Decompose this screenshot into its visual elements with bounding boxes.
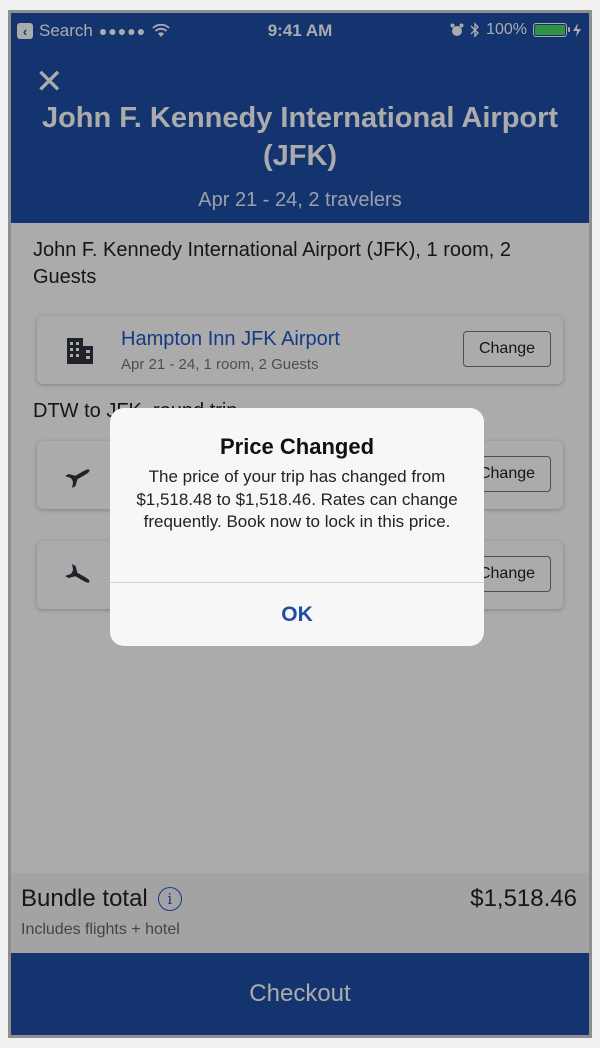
alert-title: Price Changed xyxy=(219,434,375,459)
ok-button[interactable]: OK xyxy=(110,583,484,646)
alert-message: The price of your trip has changed from … xyxy=(136,467,458,531)
phone-screen: ‹ Search ●●●●● 9:41 AM 100% ✕ John F. Ke… xyxy=(8,10,592,1038)
price-changed-alert: Price Changed The price of your trip has… xyxy=(110,408,484,646)
